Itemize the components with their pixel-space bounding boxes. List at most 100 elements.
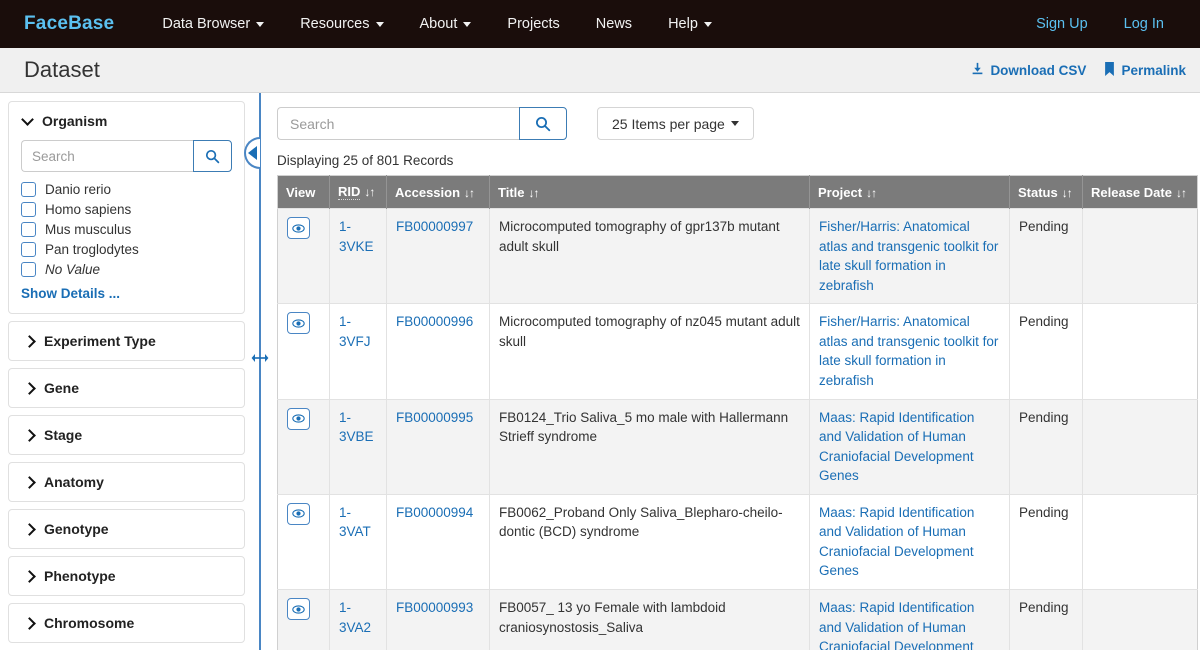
project-link[interactable]: Maas: Rapid Identification and Validatio… [819, 410, 974, 484]
column-label: Project [818, 184, 863, 200]
facet-search-button[interactable] [192, 140, 232, 172]
sidebar-resize-handle[interactable] [251, 351, 269, 365]
cell-view [277, 588, 330, 650]
facet-anatomy: Anatomy [8, 462, 245, 502]
column-header-release-date[interactable]: Release Date ↓↑ [1082, 175, 1198, 209]
nav-item-data-browser[interactable]: Data Browser [144, 0, 282, 48]
facet-option-danio-rerio[interactable]: Danio rerio [21, 179, 232, 199]
checkbox[interactable] [21, 261, 36, 277]
cell-rid: 1-3VAT [329, 493, 387, 590]
column-header-status[interactable]: Status ↓↑ [1009, 175, 1083, 209]
sign-up-link[interactable]: Sign Up [1018, 0, 1106, 48]
sort-updown-icon[interactable]: ↓↑ [364, 185, 375, 199]
nav-item-about[interactable]: About [402, 0, 490, 48]
project-link[interactable]: Fisher/Harris: Anatomical atlas and tran… [819, 314, 998, 388]
nav-item-help[interactable]: Help [650, 0, 730, 48]
show-details-link[interactable]: Show Details ... [21, 286, 120, 301]
view-record-button[interactable] [287, 598, 310, 620]
facet-experiment-type-label: Experiment Type [44, 333, 156, 349]
rid-link[interactable]: 1-3VAT [339, 505, 371, 540]
facet-chromosome: Chromosome [8, 603, 245, 643]
project-link[interactable]: Maas: Rapid Identification and Validatio… [819, 600, 974, 650]
sort-updown-icon[interactable]: ↓↑ [1062, 186, 1073, 200]
cell-view [277, 398, 330, 495]
cell-title: Microcomputed tomography of nz045 mutant… [489, 303, 810, 399]
view-record-button[interactable] [287, 312, 310, 335]
download-csv-button[interactable]: Download CSV [971, 62, 1086, 78]
accession-link[interactable]: FB00000997 [396, 219, 473, 234]
facet-option-label: Mus musculus [45, 221, 132, 237]
rid-link[interactable]: 1-3VA2 [339, 600, 371, 635]
nav-item-label: Data Browser [162, 16, 251, 32]
facet-option-label: Homo sapiens [45, 201, 132, 217]
view-record-button[interactable] [287, 217, 310, 239]
sort-updown-icon[interactable]: ↓↑ [464, 186, 475, 200]
facet-option-homo-sapiens[interactable]: Homo sapiens [21, 199, 232, 219]
view-record-button[interactable] [287, 407, 310, 430]
accession-link[interactable]: FB00000994 [396, 505, 473, 520]
cell-release-date [1082, 303, 1198, 399]
project-link[interactable]: Fisher/Harris: Anatomical atlas and tran… [819, 219, 998, 293]
permalink-button[interactable]: Permalink [1104, 61, 1186, 79]
table-row: 1-3VBE FB00000995 FB0124_Trio Saliva_5 mo … [277, 398, 1198, 495]
nav-item-resources[interactable]: Resources [282, 0, 401, 48]
cell-project: Fisher/Harris: Anatomical atlas and tran… [809, 207, 1010, 304]
checkbox[interactable] [21, 241, 36, 257]
column-header-rid[interactable]: RID ↓↑ [329, 175, 387, 209]
download-icon [971, 62, 984, 78]
sort-updown-icon[interactable]: ↓↑ [1176, 186, 1187, 200]
column-label: RID [338, 184, 361, 200]
rid-link[interactable]: 1-3VFJ [339, 314, 371, 349]
table-row: 1-3VAT FB00000994 FB0062_Proband Only Sali… [277, 493, 1198, 590]
facet-experiment-type-header[interactable]: Experiment Type [9, 322, 244, 360]
view-record-button[interactable] [287, 502, 310, 525]
brand-logo[interactable]: FaceBase [24, 13, 114, 35]
project-link[interactable]: Maas: Rapid Identification and Validatio… [819, 505, 974, 579]
column-header-accession[interactable]: Accession ↓↑ [386, 175, 490, 209]
cell-project: Fisher/Harris: Anatomical atlas and tran… [809, 303, 1010, 399]
accession-link[interactable]: FB00000995 [396, 410, 473, 425]
facet-gene-header[interactable]: Gene [9, 369, 244, 407]
facet-phenotype: Phenotype [8, 556, 245, 596]
column-header-title[interactable]: Title ↓↑ [489, 175, 810, 209]
facet-genotype-header[interactable]: Genotype [9, 510, 244, 548]
chevron-down-icon [703, 21, 712, 27]
page-size-dropdown[interactable]: 25 Items per page [597, 107, 754, 140]
download-csv-label: Download CSV [990, 62, 1087, 78]
facet-option-pan-troglodytes[interactable]: Pan troglodytes [21, 239, 232, 259]
facet-option-mus-musculus[interactable]: Mus musculus [21, 219, 232, 239]
column-header-view[interactable]: View [277, 175, 330, 209]
facet-search-input[interactable] [21, 140, 193, 172]
results-table-wrapper: View RID ↓↑ Accession ↓↑ Title ↓↑ Project ↓↑ [277, 175, 1198, 650]
sort-updown-icon[interactable]: ↓↑ [529, 186, 540, 200]
facet-organism-header[interactable]: Organism [9, 102, 244, 140]
column-header-project[interactable]: Project ↓↑ [809, 175, 1010, 209]
facet-stage-header[interactable]: Stage [9, 416, 244, 454]
facet-chromosome-label: Chromosome [44, 615, 135, 631]
sort-updown-icon[interactable]: ↓↑ [866, 186, 877, 200]
search-button[interactable] [519, 107, 567, 140]
facet-phenotype-label: Phenotype [44, 568, 116, 584]
facet-phenotype-header[interactable]: Phenotype [9, 557, 244, 595]
checkbox[interactable] [21, 221, 36, 237]
facet-chromosome-header[interactable]: Chromosome [9, 604, 244, 642]
table-row: 1-3VFJ FB00000996 Microcomputed tomography… [277, 303, 1198, 399]
nav-item-projects[interactable]: Projects [489, 0, 577, 48]
checkbox[interactable] [21, 181, 36, 197]
cell-release-date [1082, 398, 1198, 495]
accession-link[interactable]: FB00000993 [396, 600, 473, 615]
log-in-link[interactable]: Log In [1106, 0, 1182, 48]
rid-link[interactable]: 1-3VBE [339, 410, 374, 445]
checkbox[interactable] [21, 201, 36, 217]
results-table-head: View RID ↓↑ Accession ↓↑ Title ↓↑ Project ↓↑ [277, 175, 1198, 209]
sidebar-splitter[interactable] [244, 93, 269, 650]
search-input[interactable] [277, 107, 519, 140]
cell-view [277, 303, 330, 399]
rid-link[interactable]: 1-3VKE [339, 219, 374, 254]
accession-link[interactable]: FB00000996 [396, 314, 473, 329]
facet-option-label: Danio rerio [45, 181, 112, 197]
nav-item-news[interactable]: News [578, 0, 650, 48]
facet-option-no-value[interactable]: No Value [21, 259, 232, 279]
cell-accession: FB00000996 [386, 303, 490, 399]
facet-anatomy-header[interactable]: Anatomy [9, 463, 244, 501]
